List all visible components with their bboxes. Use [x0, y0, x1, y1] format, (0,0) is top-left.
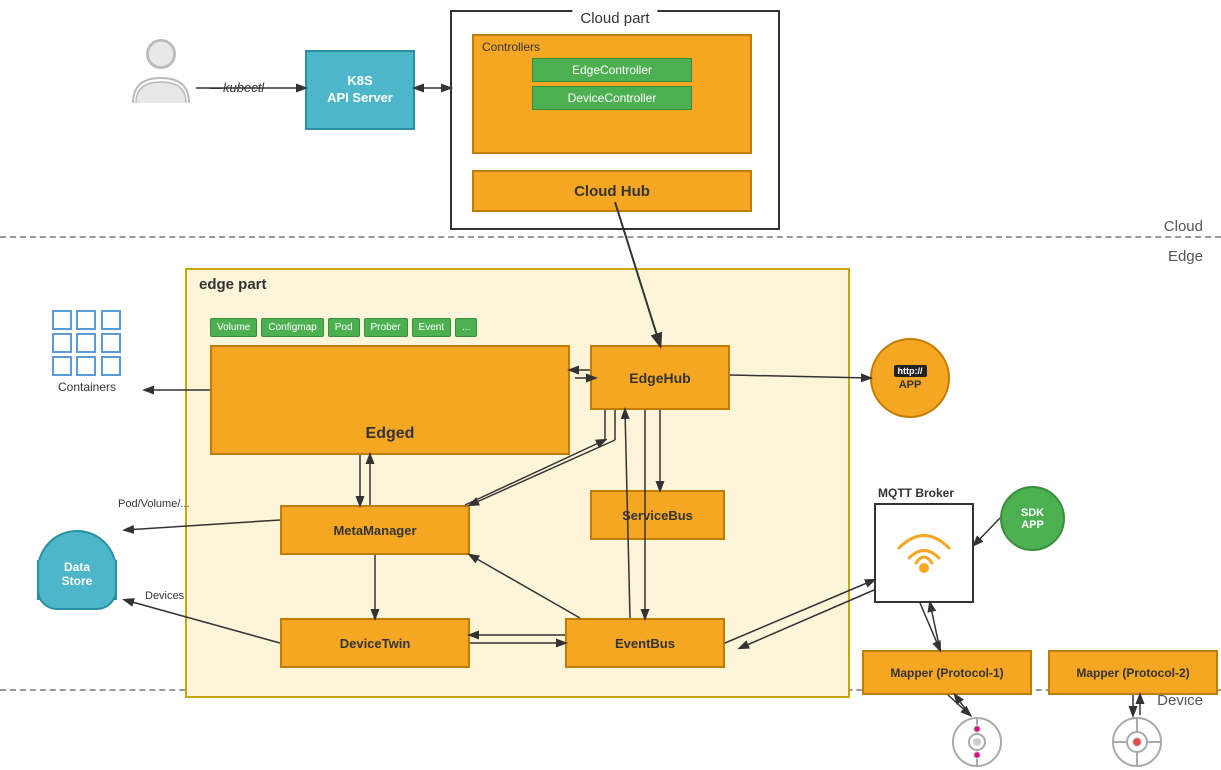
mqtt-wifi-icon [884, 513, 964, 593]
cloud-hub-box: Cloud Hub [472, 170, 752, 212]
servicebus-label: ServiceBus [622, 508, 693, 523]
http-app-circle: http:// APP [870, 338, 950, 418]
devices-label: Devices [145, 590, 184, 602]
data-store-box: DataStore [32, 530, 122, 620]
containers-box: Containers [32, 310, 142, 420]
tab-pod: Pod [328, 318, 360, 337]
tab-more: ... [455, 318, 477, 337]
mapper2-box: Mapper (Protocol-2) [1048, 650, 1218, 695]
mqtt-box [874, 503, 974, 603]
tab-configmap: Configmap [261, 318, 323, 337]
edge-controller-btn: EdgeController [532, 58, 692, 82]
controllers-label: Controllers [482, 40, 750, 54]
green-tabs: Volume Configmap Pod Prober Event ... [210, 318, 477, 337]
device-icon-1 [950, 715, 1005, 770]
device-icon-2 [1110, 715, 1165, 770]
servicebus-box: ServiceBus [590, 490, 725, 540]
edged-label: Edged [366, 425, 415, 443]
cloud-part-box: Cloud part Controllers EdgeController De… [450, 10, 780, 230]
edged-box: Edged [210, 345, 570, 455]
k8s-api-server-box: K8SAPI Server [305, 50, 415, 130]
edgehub-label: EdgeHub [629, 370, 690, 386]
sdk-app-label: APP [1021, 519, 1044, 531]
diagram: Cloud Edge Device —kubectl K8SAPI Server… [0, 0, 1221, 761]
cloud-part-title: Cloud part [572, 10, 657, 27]
edge-label: Edge [1168, 248, 1203, 265]
person-icon [128, 38, 194, 108]
sdk-app-circle: SDK APP [1000, 486, 1065, 551]
metamanager-box: MetaManager [280, 505, 470, 555]
k8s-api-server-label: K8SAPI Server [327, 73, 393, 107]
cloud-edge-divider [0, 236, 1221, 238]
devicetwin-label: DeviceTwin [340, 636, 411, 651]
app-label: APP [899, 379, 922, 391]
containers-grid-icon [52, 310, 122, 376]
containers-label: Containers [32, 380, 142, 394]
cloud-label: Cloud [1164, 218, 1203, 235]
mapper1-label: Mapper (Protocol-1) [890, 666, 1003, 680]
edgehub-box: EdgeHub [590, 345, 730, 410]
sdk-label: SDK [1021, 507, 1044, 519]
kubectl-label: —kubectl [210, 80, 264, 95]
tab-volume: Volume [210, 318, 257, 337]
device-controller-btn: DeviceController [532, 86, 692, 110]
mapper1-box: Mapper (Protocol-1) [862, 650, 1032, 695]
http-badge: http:// [894, 365, 927, 377]
controllers-box: Controllers EdgeController DeviceControl… [472, 34, 752, 154]
devicetwin-box: DeviceTwin [280, 618, 470, 668]
tab-prober: Prober [364, 318, 408, 337]
pod-volume-label: Pod/Volume/... [118, 498, 190, 510]
eventbus-box: EventBus [565, 618, 725, 668]
tab-event: Event [412, 318, 452, 337]
mqtt-broker-label: MQTT Broker [878, 486, 954, 500]
eventbus-label: EventBus [615, 636, 675, 651]
metamanager-label: MetaManager [333, 523, 416, 538]
mapper2-label: Mapper (Protocol-2) [1076, 666, 1189, 680]
edge-part-title: edge part [199, 276, 267, 293]
